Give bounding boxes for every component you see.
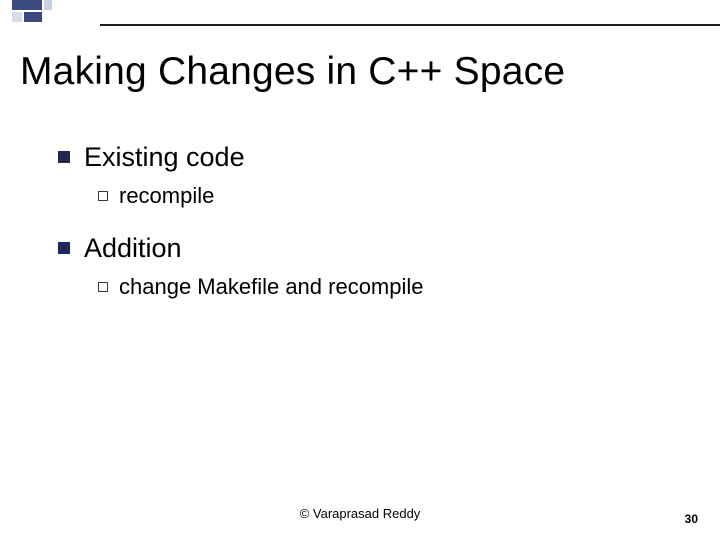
- bullet-item: Addition: [58, 233, 690, 264]
- corner-decoration: [12, 0, 112, 26]
- bullet-label: Addition: [84, 233, 182, 264]
- square-bullet-icon: [58, 242, 70, 254]
- bullet-label: Existing code: [84, 142, 245, 173]
- footer: © Varaprasad Reddy 30: [0, 506, 720, 526]
- slide-title: Making Changes in C++ Space: [20, 50, 700, 94]
- sub-bullet-item: change Makefile and recompile: [98, 274, 690, 300]
- open-square-bullet-icon: [98, 282, 108, 292]
- sub-bullet-item: recompile: [98, 183, 690, 209]
- bullet-item: Existing code: [58, 142, 690, 173]
- page-number: 30: [685, 512, 698, 526]
- square-bullet-icon: [58, 151, 70, 163]
- open-square-bullet-icon: [98, 191, 108, 201]
- slide-content: Existing code recompile Addition change …: [58, 142, 690, 300]
- sub-bullet-label: change Makefile and recompile: [119, 274, 424, 300]
- copyright-text: © Varaprasad Reddy: [300, 506, 421, 521]
- sub-bullet-label: recompile: [119, 183, 214, 209]
- header-rule: [100, 24, 720, 26]
